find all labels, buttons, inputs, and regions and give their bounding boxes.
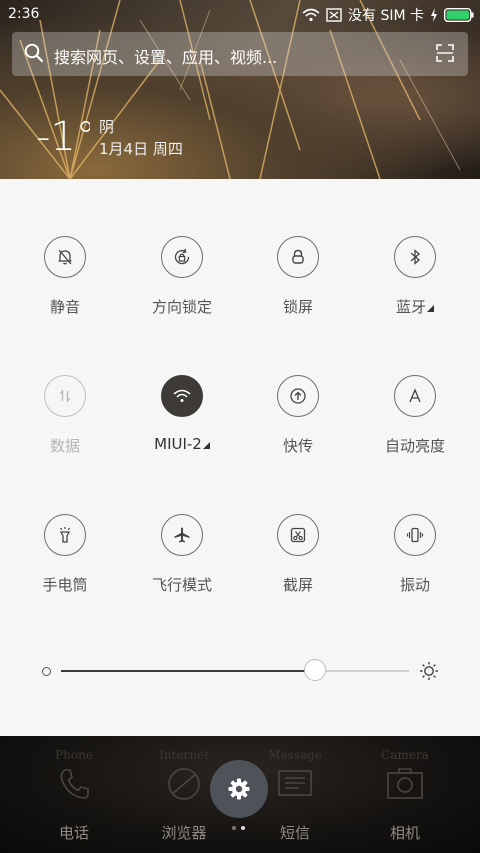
- toggle-flashlight-circle[interactable]: [44, 514, 86, 556]
- notification-header: 2:36 没有 SIM 卡 搜索网页、设置、应用、视频... -1° 阴 1月4…: [0, 0, 480, 179]
- toggle-mobile-data[interactable]: 数据: [10, 375, 120, 456]
- app-messages-en-label: Message: [268, 748, 322, 762]
- search-icon: [24, 43, 44, 63]
- brightness-max-icon: [420, 662, 438, 680]
- toggle-airplane-circle[interactable]: [161, 514, 203, 556]
- toggle-flashlight[interactable]: 手电筒: [10, 514, 120, 595]
- data-icon: [59, 389, 71, 403]
- toggle-screenshot-circle[interactable]: [277, 514, 319, 556]
- toggle-bluetooth[interactable]: 蓝牙: [360, 236, 470, 317]
- quick-transfer-icon: [290, 388, 306, 404]
- app-browser-label: 浏览器: [161, 824, 207, 842]
- toggle-vibrate-label: 振动: [399, 576, 430, 594]
- toggle-vibrate[interactable]: 振动: [360, 514, 470, 595]
- brightness-slider[interactable]: [61, 659, 409, 681]
- flashlight-icon: [59, 527, 71, 543]
- toggle-lock-screen[interactable]: 锁屏: [243, 236, 353, 317]
- toggle-silent[interactable]: 静音: [10, 236, 120, 317]
- screenshot-icon: [290, 527, 306, 543]
- wifi-icon: [173, 389, 191, 402]
- toggle-wifi-circle[interactable]: [161, 375, 203, 417]
- vibrate-icon: [406, 527, 424, 543]
- app-camera-en-label: Camera: [381, 748, 429, 762]
- bell-muted-icon: [58, 249, 72, 265]
- toggle-silent-circle[interactable]: [44, 236, 86, 278]
- toggle-airplane[interactable]: 飞行模式: [127, 514, 237, 595]
- auto-brightness-icon: [409, 388, 421, 403]
- toggle-auto-brightness[interactable]: 自动亮度: [360, 375, 470, 456]
- toggle-vibrate-circle[interactable]: [394, 514, 436, 556]
- battery-icon: [444, 8, 474, 22]
- toggle-rotation-lock-label: 方向锁定: [151, 298, 212, 316]
- charging-icon: [431, 8, 437, 22]
- page-indicator: [232, 826, 245, 830]
- phone-icon: [60, 769, 89, 799]
- toggle-wifi-label: MIUI-2: [127, 435, 237, 453]
- menu-triangle-icon: [427, 305, 434, 312]
- message-icon: [278, 770, 312, 796]
- toggle-rotation-lock[interactable]: 方向锁定: [127, 236, 237, 317]
- toggle-silent-label: 静音: [49, 298, 80, 316]
- temperature-value: -1°: [36, 114, 90, 156]
- app-phone[interactable]: Phone 电话: [24, 748, 124, 843]
- scan-icon[interactable]: [436, 44, 454, 62]
- status-bar: 2:36 没有 SIM 卡: [0, 0, 480, 28]
- browser-icon: [168, 768, 200, 800]
- wifi-icon: [302, 8, 320, 22]
- toggle-wifi[interactable]: MIUI-2: [127, 375, 237, 453]
- app-browser-en-label: Internet: [159, 748, 209, 762]
- toggle-quick-transfer[interactable]: 快传: [243, 375, 353, 456]
- search-placeholder: 搜索网页、设置、应用、视频...: [54, 48, 278, 67]
- page-dot: [232, 826, 236, 830]
- brightness-slider-fill: [61, 670, 316, 672]
- toggle-auto-brightness-circle[interactable]: [394, 375, 436, 417]
- search-bar[interactable]: 搜索网页、设置、应用、视频...: [12, 32, 468, 76]
- toggle-rotation-lock-circle[interactable]: [161, 236, 203, 278]
- camera-icon: [387, 768, 423, 799]
- toggle-quick-transfer-label: 快传: [282, 437, 313, 455]
- app-camera-label: 相机: [389, 824, 420, 842]
- page-dot-active: [241, 826, 245, 830]
- bluetooth-icon: [410, 249, 420, 265]
- toggle-screenshot-label: 截屏: [282, 576, 313, 594]
- menu-triangle-icon: [202, 442, 210, 449]
- lock-icon: [292, 249, 304, 264]
- toggle-auto-brightness-label: 自动亮度: [384, 437, 445, 455]
- app-camera[interactable]: Camera 相机: [355, 748, 455, 843]
- app-messages-label: 短信: [279, 824, 310, 842]
- temperature-display[interactable]: -1°: [36, 112, 90, 156]
- toggle-bluetooth-circle[interactable]: [394, 236, 436, 278]
- sim-icon: [326, 8, 342, 22]
- status-time: 2:36: [8, 6, 40, 22]
- weather-condition: 阴: [99, 118, 115, 136]
- toggle-mobile-data-label: 数据: [49, 437, 80, 455]
- carrier-text: 没有 SIM 卡: [348, 8, 424, 24]
- toggle-flashlight-label: 手电筒: [42, 576, 88, 594]
- airplane-icon: [174, 527, 190, 543]
- app-phone-label: 电话: [58, 824, 89, 842]
- toggle-bluetooth-label: 蓝牙: [360, 296, 470, 317]
- weather-date: 1月4日 周四: [99, 140, 183, 158]
- brightness-slider-thumb[interactable]: [304, 659, 327, 681]
- toggle-lock-screen-label: 锁屏: [282, 298, 313, 316]
- brightness-min-icon: [42, 667, 51, 676]
- toggle-airplane-label: 飞行模式: [151, 576, 212, 594]
- toggle-mobile-data-circle[interactable]: [44, 375, 86, 417]
- app-phone-en-label: Phone: [55, 748, 93, 762]
- gear-icon: [228, 778, 250, 800]
- toggle-quick-transfer-circle[interactable]: [277, 375, 319, 417]
- status-icons: 没有 SIM 卡: [302, 5, 474, 25]
- settings-button[interactable]: [210, 760, 268, 818]
- toggle-lock-screen-circle[interactable]: [277, 236, 319, 278]
- toggle-screenshot[interactable]: 截屏: [243, 514, 353, 595]
- rotation-lock-icon: [174, 248, 190, 265]
